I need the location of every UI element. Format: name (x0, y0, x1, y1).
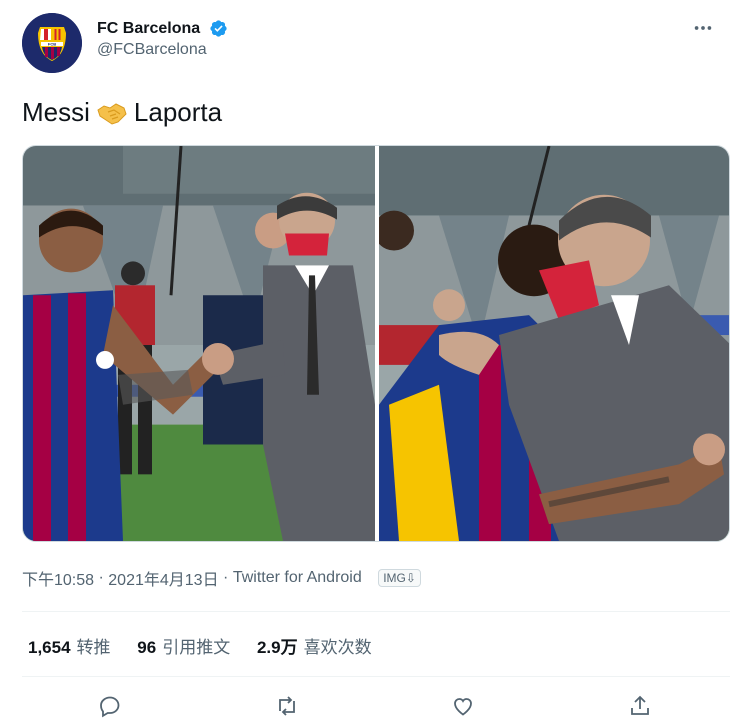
photo-hug[interactable] (379, 146, 729, 541)
retweet-button[interactable] (270, 690, 304, 724)
reply-icon (100, 696, 120, 718)
stat-retweets[interactable]: 1,654 转推 (28, 633, 111, 658)
stat-likes[interactable]: 2.9万 喜欢次数 (257, 633, 372, 658)
reply-button[interactable] (93, 690, 127, 724)
tweet-date[interactable]: 2021年4月13日 (108, 572, 218, 589)
handle[interactable]: @FCBarcelona (97, 41, 228, 59)
fc-barcelona-crest-icon: FCB (22, 13, 82, 73)
handshake-icon (96, 100, 128, 128)
svg-text:FCB: FCB (48, 42, 56, 47)
media-grid (22, 145, 730, 542)
more-options-button[interactable] (689, 17, 717, 41)
like-icon (454, 698, 472, 716)
verified-badge-icon (209, 19, 228, 38)
divider (22, 676, 730, 677)
tweet-text-before: Messi (22, 97, 90, 127)
img-download-badge[interactable]: IMG⇩ (378, 569, 421, 587)
tweet-text-after: Laporta (133, 97, 223, 127)
tweet-stats: 1,654 转推 96 引用推文 2.9万 喜欢次数 (28, 633, 394, 658)
tweet-time[interactable]: 下午10:58 (22, 572, 94, 589)
tweet-meta: 下午10:58 · 2021年4月13日 · Twitter for Andro… (22, 566, 421, 590)
tweet-source[interactable]: Twitter for Android (233, 569, 362, 586)
more-horizontal-icon (694, 26, 712, 30)
author-info: FC Barcelona @FCBarcelona (97, 19, 228, 59)
retweet-icon (279, 696, 295, 716)
avatar[interactable]: FCB (22, 13, 82, 73)
share-button[interactable] (623, 690, 657, 724)
meta-separator: · (223, 569, 229, 586)
display-name[interactable]: FC Barcelona (97, 20, 200, 38)
share-icon (631, 695, 649, 715)
tweet-text: Messi Laporta (22, 96, 222, 128)
meta-separator: · (98, 569, 104, 586)
like-button[interactable] (446, 690, 480, 724)
divider (22, 611, 730, 612)
stat-quote-tweets[interactable]: 96 引用推文 (137, 633, 230, 658)
action-bar (0, 690, 735, 724)
photo-handshake[interactable] (23, 146, 375, 541)
tweet-header: FCB FC Barcelona @FCBarcelona (22, 13, 717, 75)
